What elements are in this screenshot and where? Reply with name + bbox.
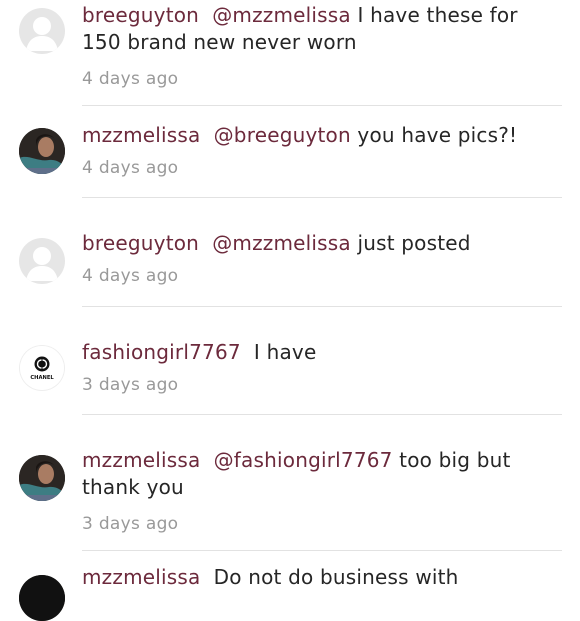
comment-message: I have — [253, 340, 317, 364]
chanel-logo-avatar[interactable]: CHANEL — [19, 345, 65, 391]
comment-username[interactable]: mzzmelissa — [82, 565, 200, 589]
divider — [82, 414, 562, 415]
comment-timestamp: 4 days ago — [82, 266, 179, 286]
comment-timestamp: 3 days ago — [82, 375, 179, 395]
user-photo-avatar[interactable] — [19, 455, 65, 501]
comments-feed: breeguyton @mzzmelissa I have these for … — [0, 0, 580, 621]
comment-timestamp: 4 days ago — [82, 158, 179, 178]
chanel-logo-text: CHANEL — [30, 375, 54, 381]
comment-username[interactable]: breeguyton — [82, 231, 199, 255]
comment-text: mzzmelissa Do not do business with — [82, 564, 552, 591]
comment-username[interactable]: mzzmelissa — [82, 448, 200, 472]
comment-text: breeguyton @mzzmelissa just posted — [82, 230, 552, 257]
comment-text: mzzmelissa @breeguyton you have pics?! — [82, 122, 552, 149]
divider — [82, 197, 562, 198]
default-avatar-icon[interactable] — [19, 238, 65, 284]
user-photo-avatar[interactable] — [19, 575, 65, 621]
comment-text: breeguyton @mzzmelissa I have these for … — [82, 2, 552, 56]
comment-message: you have pics?! — [357, 123, 518, 147]
comment-text: fashiongirl7767 I have — [82, 339, 552, 366]
comment-mention[interactable]: @mzzmelissa — [212, 3, 351, 27]
comment-mention[interactable]: @fashiongirl7767 — [214, 448, 393, 472]
comment-timestamp: 3 days ago — [82, 514, 179, 534]
default-avatar-icon[interactable] — [19, 8, 65, 54]
comment-username[interactable]: mzzmelissa — [82, 123, 200, 147]
user-photo-avatar[interactable] — [19, 128, 65, 174]
comment-timestamp: 4 days ago — [82, 69, 179, 89]
comment-text: mzzmelissa @fashiongirl7767 too big but … — [82, 447, 552, 501]
comment-mention[interactable]: @breeguyton — [214, 123, 351, 147]
comment-username[interactable]: fashiongirl7767 — [82, 340, 241, 364]
comment-mention[interactable]: @mzzmelissa — [212, 231, 351, 255]
divider — [82, 550, 562, 551]
comment-message: just posted — [357, 231, 471, 255]
comment-message: Do not do business with — [213, 565, 459, 589]
divider — [82, 105, 562, 106]
comment-username[interactable]: breeguyton — [82, 3, 199, 27]
divider — [82, 306, 562, 307]
